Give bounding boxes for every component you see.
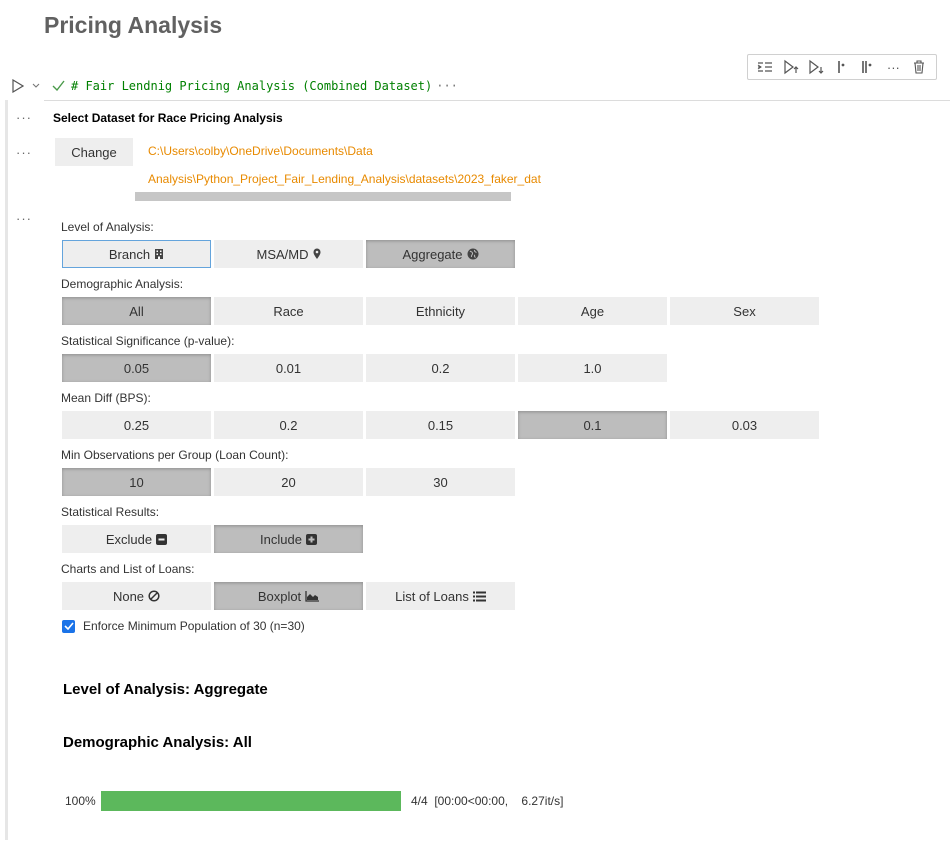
output-menu-icon[interactable]: ···: [16, 145, 32, 160]
mean-diff-003-button[interactable]: 0.03: [670, 411, 819, 439]
list-icon: [472, 591, 486, 602]
significance-001-button[interactable]: 0.01: [214, 354, 363, 382]
cell-separator: [44, 100, 950, 101]
cell-header: # Fair Lendnig Pricing Analysis (Combine…: [12, 74, 458, 98]
significance-toggle-group: 0.05 0.01 0.2 1.0: [62, 354, 667, 382]
progress-percent: 100%: [65, 794, 96, 808]
change-button[interactable]: Change: [55, 138, 133, 166]
run-below-icon[interactable]: [806, 57, 826, 77]
run-above-icon[interactable]: [781, 57, 801, 77]
mean-diff-label: Mean Diff (BPS):: [61, 391, 151, 405]
stat-results-toggle-group: Exclude Include: [62, 525, 363, 553]
progress-bar-fill: [101, 791, 401, 811]
min-obs-30-button[interactable]: 30: [366, 468, 515, 496]
more-icon[interactable]: ···: [883, 57, 903, 77]
plus-square-icon: [305, 533, 317, 545]
level-aggregate-label: Aggregate: [402, 246, 463, 262]
map-marker-icon: [313, 248, 321, 260]
level-label: Level of Analysis:: [61, 220, 154, 234]
min-obs-label: Min Observations per Group (Loan Count):: [61, 448, 289, 462]
significance-label: Statistical Significance (p-value):: [61, 334, 235, 348]
page-title: Pricing Analysis: [44, 12, 223, 38]
globe-icon: [467, 248, 479, 260]
mean-diff-02-button[interactable]: 0.2: [214, 411, 363, 439]
mean-diff-toggle-group: 0.25 0.2 0.15 0.1 0.03: [62, 411, 819, 439]
level-branch-button[interactable]: Branch: [62, 240, 211, 268]
charts-boxplot-label: Boxplot: [257, 588, 302, 604]
success-check-icon: [52, 78, 65, 94]
min-obs-10-button[interactable]: 10: [62, 468, 211, 496]
demographic-sex-button[interactable]: Sex: [670, 297, 819, 325]
significance-005-button[interactable]: 0.05: [62, 354, 211, 382]
output-menu-icon[interactable]: ···: [16, 211, 32, 226]
include-label: Include: [260, 531, 302, 547]
dataset-path-line: C:\Users\colby\OneDrive\Documents\Data: [148, 144, 373, 158]
demographic-label: Demographic Analysis:: [61, 277, 184, 291]
output-menu-icon[interactable]: ···: [16, 110, 32, 125]
charts-label: Charts and List of Loans:: [61, 562, 195, 576]
minus-square-icon: [156, 533, 168, 545]
horizontal-scrollbar[interactable]: [135, 192, 511, 201]
enforce-minimum-label: Enforce Minimum Population of 30 (n=30): [83, 619, 305, 633]
dataset-path-line: Analysis\Python_Project_Fair_Lending_Ana…: [148, 172, 541, 186]
mean-diff-015-button[interactable]: 0.15: [366, 411, 515, 439]
enforce-minimum-checkbox[interactable]: [62, 619, 75, 633]
charts-boxplot-button[interactable]: Boxplot: [214, 582, 363, 610]
join-cells-icon[interactable]: [858, 57, 878, 77]
result-level-heading: Level of Analysis: Aggregate: [63, 681, 268, 698]
demographic-ethnicity-button[interactable]: Ethnicity: [366, 297, 515, 325]
execute-above-icon[interactable]: [755, 57, 775, 77]
progress-bar: [101, 791, 401, 811]
enforce-minimum-row: Enforce Minimum Population of 30 (n=30): [62, 619, 305, 633]
progress-stats: 4/4 [00:00<00:00, 6.27it/s]: [411, 794, 564, 808]
level-toggle-group: Branch MSA/MD Aggregate: [62, 240, 515, 268]
dataset-heading: Select Dataset for Race Pricing Analysis: [53, 111, 283, 125]
level-branch-label: Branch: [108, 246, 151, 262]
demographic-race-button[interactable]: Race: [214, 297, 363, 325]
min-obs-20-button[interactable]: 20: [214, 468, 363, 496]
exclude-button[interactable]: Exclude: [62, 525, 211, 553]
charts-toggle-group: None Boxplot List of Loans: [62, 582, 515, 610]
level-msa-label: MSA/MD: [256, 246, 309, 262]
code-line[interactable]: # Fair Lendnig Pricing Analysis (Combine…: [71, 79, 432, 93]
dataset-path-clip: Analysis\Python_Project_Fair_Lending_Ana…: [148, 170, 552, 188]
include-button[interactable]: Include: [214, 525, 363, 553]
significance-02-button[interactable]: 0.2: [366, 354, 515, 382]
exclude-label: Exclude: [105, 531, 153, 547]
run-cell-icon[interactable]: [12, 78, 28, 94]
building-icon: [154, 248, 164, 260]
demographic-toggle-group: All Race Ethnicity Age Sex: [62, 297, 819, 325]
min-obs-toggle-group: 10 20 30: [62, 468, 515, 496]
level-msa-button[interactable]: MSA/MD: [214, 240, 363, 268]
charts-none-label: None: [112, 588, 145, 604]
result-demographic-heading: Demographic Analysis: All: [63, 734, 252, 751]
split-cell-icon[interactable]: [832, 57, 852, 77]
charts-none-button[interactable]: None: [62, 582, 211, 610]
stat-results-label: Statistical Results:: [61, 505, 160, 519]
demographic-all-button[interactable]: All: [62, 297, 211, 325]
mean-diff-025-button[interactable]: 0.25: [62, 411, 211, 439]
delete-icon[interactable]: [909, 57, 929, 77]
charts-list-label: List of Loans: [395, 588, 469, 604]
charts-list-button[interactable]: List of Loans: [366, 582, 515, 610]
level-aggregate-button[interactable]: Aggregate: [366, 240, 515, 268]
code-more[interactable]: ···: [436, 79, 458, 93]
demographic-age-button[interactable]: Age: [518, 297, 667, 325]
significance-10-button[interactable]: 1.0: [518, 354, 667, 382]
cell-toolbar: ···: [747, 54, 937, 80]
chevron-down-icon[interactable]: [32, 81, 42, 92]
cell-focus-bar: [5, 100, 8, 840]
area-chart-icon: [305, 590, 320, 602]
ban-icon: [148, 590, 160, 602]
mean-diff-01-button[interactable]: 0.1: [518, 411, 667, 439]
